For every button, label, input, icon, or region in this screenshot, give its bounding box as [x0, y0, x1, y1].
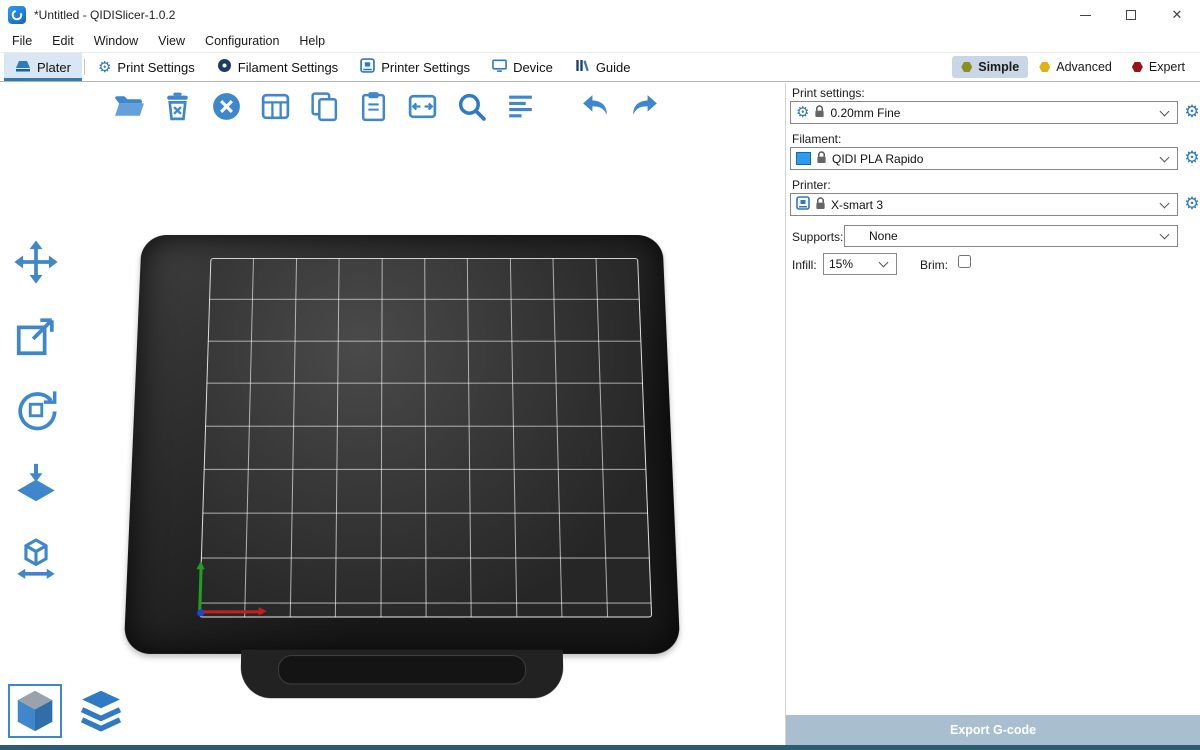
preview-layers-view-button[interactable] [74, 684, 128, 738]
place-on-face-tool-button[interactable] [9, 457, 63, 511]
chevron-down-icon [1160, 198, 1170, 208]
chevron-down-icon [1160, 106, 1170, 116]
print-settings-label: Print settings: [792, 86, 865, 100]
tab-device[interactable]: Device [481, 53, 564, 81]
chevron-down-icon [879, 258, 889, 268]
printer-label: Printer: [792, 178, 831, 192]
supports-label: Supports: [792, 230, 843, 244]
filament-icon [217, 58, 232, 76]
3d-editor-view-button[interactable] [8, 684, 62, 738]
filament-combo[interactable]: QIDI PLA Rapido [790, 147, 1178, 170]
menu-help[interactable]: Help [289, 32, 335, 50]
print-settings-gear-button[interactable]: ⚙ [1183, 103, 1200, 121]
chevron-down-icon [1160, 152, 1170, 162]
minimize-button[interactable] [1062, 0, 1108, 30]
device-icon [492, 58, 507, 76]
tab-separator [84, 59, 85, 75]
bed-handle [240, 650, 564, 698]
status-strip [0, 745, 1200, 750]
mode-advanced[interactable]: Advanced [1030, 56, 1121, 78]
search-button[interactable] [451, 86, 491, 126]
redo-button[interactable] [624, 86, 664, 126]
tab-guide[interactable]: Guide [564, 53, 642, 81]
x-axis-indicator [198, 610, 260, 613]
z-axis-indicator [197, 609, 204, 616]
lock-icon [815, 197, 826, 213]
supports-value: None [869, 229, 898, 243]
infill-combo[interactable]: 15% [823, 253, 897, 275]
app-window: *Untitled - QIDISlicer-1.0.2 ✕ File Edit… [0, 0, 1200, 750]
mode-simple[interactable]: Simple [952, 56, 1028, 78]
advanced-mode-icon [1039, 62, 1050, 73]
supports-combo[interactable]: None [844, 225, 1178, 247]
app-logo-icon [8, 6, 26, 24]
printer-gear-button[interactable]: ⚙ [1183, 195, 1200, 213]
delete-button[interactable] [157, 86, 197, 126]
tab-printer-settings[interactable]: Printer Settings [349, 53, 481, 81]
menu-window[interactable]: Window [84, 32, 148, 50]
print-settings-value: 0.20mm Fine [830, 106, 900, 120]
menu-file[interactable]: File [2, 32, 42, 50]
copy-button[interactable] [304, 86, 344, 126]
window-title: *Untitled - QIDISlicer-1.0.2 [34, 8, 175, 22]
maximize-button[interactable] [1108, 0, 1154, 30]
filament-gear-button[interactable]: ⚙ [1183, 149, 1200, 167]
view-toolbar [8, 684, 128, 738]
tab-filament-settings[interactable]: Filament Settings [206, 53, 349, 81]
close-button[interactable]: ✕ [1154, 0, 1200, 30]
tab-print-settings[interactable]: ⚙ Print Settings [87, 53, 206, 81]
titlebar: *Untitled - QIDISlicer-1.0.2 ✕ [0, 0, 1200, 30]
paste-button[interactable] [353, 86, 393, 126]
guide-icon [575, 58, 590, 76]
mode-switcher: Simple Advanced Expert [952, 53, 1200, 81]
layer-list-button[interactable] [500, 86, 540, 126]
tabbar: Plater ⚙ Print Settings Filament Setting… [0, 52, 1200, 82]
tab-plater[interactable]: Plater [4, 53, 82, 81]
brim-checkbox[interactable] [958, 255, 971, 268]
gizmo-toolbar [9, 235, 63, 585]
chevron-down-icon [1160, 230, 1170, 240]
printer-value: X-smart 3 [831, 198, 883, 212]
filament-label: Filament: [792, 132, 841, 146]
split-objects-button[interactable] [402, 86, 442, 126]
infill-label: Infill: [792, 258, 817, 272]
infill-value: 15% [829, 257, 853, 271]
printer-icon [360, 58, 375, 76]
brim-label: Brim: [920, 258, 948, 272]
move-tool-button[interactable] [9, 235, 63, 289]
printer-icon [796, 196, 810, 213]
plater-icon [15, 59, 31, 76]
open-button[interactable] [108, 86, 148, 126]
filament-color-swatch [796, 152, 811, 165]
undo-button[interactable] [575, 86, 615, 126]
lock-icon [816, 151, 827, 167]
menu-edit[interactable]: Edit [42, 32, 84, 50]
simple-mode-icon [961, 62, 972, 73]
mode-expert[interactable]: Expert [1123, 56, 1194, 78]
lock-icon [814, 105, 825, 121]
mirror-tool-button[interactable] [9, 531, 63, 585]
menu-view[interactable]: View [148, 32, 195, 50]
gear-icon: ⚙ [796, 105, 809, 120]
settings-sidebar: Print settings: ⚙ 0.20mm Fine ⚙ Filament… [785, 83, 1200, 750]
scale-tool-button[interactable] [9, 309, 63, 363]
print-settings-combo[interactable]: ⚙ 0.20mm Fine [790, 101, 1178, 124]
gear-icon: ⚙ [98, 60, 111, 75]
menubar: File Edit Window View Configuration Help [0, 30, 1200, 52]
y-axis-indicator [198, 568, 202, 613]
filament-value: QIDI PLA Rapido [832, 152, 923, 166]
print-bed[interactable] [122, 235, 683, 702]
rotate-tool-button[interactable] [9, 383, 63, 437]
arrange-button[interactable] [255, 86, 295, 126]
expert-mode-icon [1132, 62, 1143, 73]
printer-combo[interactable]: X-smart 3 [790, 193, 1178, 216]
bed-grid-surface [199, 258, 652, 618]
delete-all-button[interactable] [206, 86, 246, 126]
3d-viewport[interactable] [0, 83, 785, 750]
export-gcode-button[interactable]: Export G-code [786, 715, 1200, 745]
plater-toolbar [108, 86, 664, 126]
menu-configuration[interactable]: Configuration [195, 32, 289, 50]
